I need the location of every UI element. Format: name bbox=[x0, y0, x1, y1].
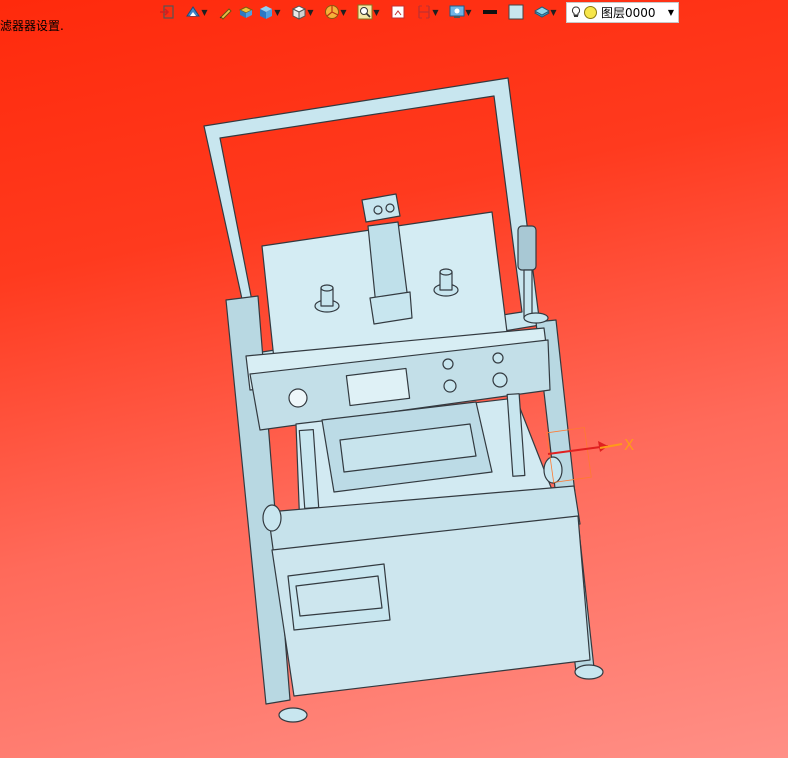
display-screen bbox=[345, 367, 411, 407]
x-axis-label: X bbox=[624, 436, 634, 454]
graphics-viewport[interactable]: X bbox=[0, 0, 788, 758]
machine-model bbox=[203, 77, 604, 723]
pressure-gauge bbox=[288, 388, 308, 408]
